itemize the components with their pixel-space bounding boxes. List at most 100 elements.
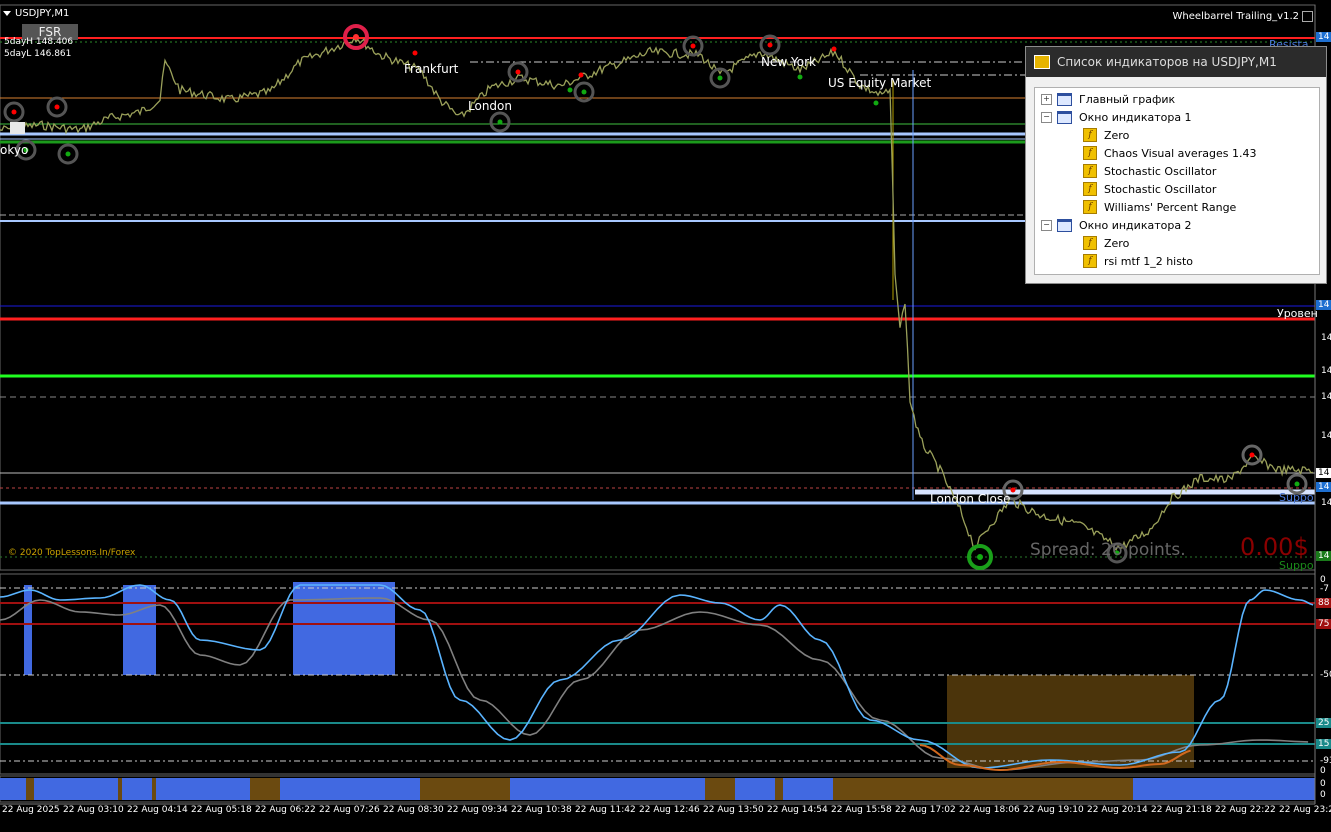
time-axis-label: 22 Aug 19:10: [1023, 805, 1084, 815]
chart-window-icon: [1057, 110, 1072, 124]
expand-toggle-icon[interactable]: −: [1041, 111, 1052, 123]
chart-window-icon: [1057, 92, 1072, 106]
indicator-function-icon: f: [1083, 128, 1097, 142]
rsi-histo-bar-brown: [833, 778, 1133, 800]
time-axis-label: 22 Aug 20:14: [1087, 805, 1148, 815]
time-axis-label: 22 Aug 07:26: [319, 805, 380, 815]
expand-toggle-icon[interactable]: +: [1041, 93, 1052, 105]
time-axis-label: 22 Aug 14:54: [767, 805, 828, 815]
level-label: Уровен: [1277, 307, 1318, 320]
price-tag: 14: [1316, 300, 1331, 310]
rsi-histo-bar-brown: [152, 778, 156, 800]
expand-toggle-icon[interactable]: −: [1041, 219, 1052, 231]
indicator-function-icon: f: [1083, 254, 1097, 268]
sub-axis-label: 0: [1320, 766, 1326, 776]
rsi-histo-bar-blue: [1133, 778, 1315, 800]
tree-item-window[interactable]: − Окно индикатора 2: [1041, 216, 1192, 234]
tree-item-label: Zero: [1104, 236, 1130, 250]
rsi-histo-bar-brown: [420, 778, 510, 800]
tree-item-indicator[interactable]: f Zero: [1083, 234, 1129, 252]
tree-item-indicator[interactable]: f Chaos Visual averages 1.43: [1083, 144, 1256, 162]
tree-item-indicator[interactable]: f rsi mtf 1_2 histo: [1083, 252, 1193, 270]
indicator-tree[interactable]: + Главный график − Окно индикатора 1 f Zero f C…: [1034, 87, 1320, 275]
copyright-text: © 2020 TopLessons.In/Forex: [8, 548, 136, 558]
rsi-histo-bar-brown: [250, 778, 280, 800]
tree-item-label: Главный график: [1079, 92, 1176, 106]
sub-axis-label: -93: [1320, 756, 1331, 766]
indicator-list-window[interactable]: Список индикаторов на USDJPY,M1 + Главный…: [1025, 46, 1327, 284]
histogram-bar-blue: [123, 585, 156, 675]
session-london: London: [468, 99, 512, 113]
tree-item-indicator[interactable]: f Zero: [1083, 126, 1129, 144]
rsi-histo-bar-blue: [156, 778, 250, 800]
rsi-histo-bar-brown: [26, 778, 34, 800]
session-new-york: New York: [761, 55, 816, 69]
time-axis-label: 22 Aug 08:30: [383, 805, 444, 815]
time-axis-label: 22 Aug 15:58: [831, 805, 892, 815]
chevron-down-icon[interactable]: [3, 11, 11, 16]
support-label: Suppo: [1279, 491, 1314, 504]
time-axis-label: 22 Aug 12:46: [639, 805, 700, 815]
rsi-histogram: [0, 778, 1315, 800]
price-tag: 14: [1321, 498, 1331, 508]
price-tag: 14: [1321, 431, 1331, 441]
price-tag: 14: [1316, 32, 1331, 42]
time-axis-label: 22 Aug 05:18: [191, 805, 252, 815]
time-axis-label: 22 Aug 10:38: [511, 805, 572, 815]
time-axis-label: 22 Aug 18:06: [959, 805, 1020, 815]
rsi-histo-bar-blue: [0, 778, 26, 800]
five-day-low: 5dayL 146.861: [4, 49, 72, 59]
sub-axis-label: -7: [1320, 584, 1329, 594]
indicator-list-title: Список индикаторов на USDJPY,M1: [1057, 55, 1277, 69]
tree-item-indicator[interactable]: f Williams' Percent Range: [1083, 198, 1236, 216]
indicator-function-icon: f: [1083, 164, 1097, 178]
ea-status-icon[interactable]: [1302, 11, 1313, 22]
time-axis-label: 22 Aug 23:26: [1279, 805, 1331, 815]
rsi-histo-bar-blue: [783, 778, 833, 800]
histogram-bar-blue: [24, 585, 32, 675]
tree-item-label: Chaos Visual averages 1.43: [1104, 146, 1257, 160]
session-us-equity: US Equity Market: [828, 76, 932, 90]
histogram-bar-blue: [293, 582, 395, 675]
tree-item-label: rsi mtf 1_2 histo: [1104, 254, 1193, 268]
rsi-histo-bar-blue: [122, 778, 152, 800]
rsi-histo-bar-brown: [118, 778, 122, 800]
tree-item-label: Stochastic Oscillator: [1104, 182, 1217, 196]
time-axis-label: 22 Aug 03:10: [63, 805, 124, 815]
rsi-histo-bar-brown: [775, 778, 783, 800]
sub-axis-label: 0: [1320, 779, 1326, 789]
tree-item-indicator[interactable]: f Stochastic Oscillator: [1083, 180, 1216, 198]
indicator-function-icon: f: [1083, 182, 1097, 196]
chart-window-icon: [1057, 218, 1072, 232]
symbol-title[interactable]: USDJPY,M1: [3, 8, 69, 19]
session-london-close: London Close: [930, 492, 1011, 506]
five-day-high: 5dayH 148.406: [4, 37, 74, 47]
time-axis-label: 22 Aug 13:50: [703, 805, 764, 815]
sub-axis-label: 88: [1316, 598, 1331, 608]
tree-item-label: Окно индикатора 2: [1079, 218, 1192, 232]
price-tag: 14: [1321, 392, 1331, 402]
indicator-function-icon: f: [1083, 146, 1097, 160]
time-axis-label: 22 Aug 06:22: [255, 805, 316, 815]
indicators-icon: [1034, 55, 1050, 69]
indicator-list-titlebar[interactable]: Список индикаторов на USDJPY,M1: [1026, 47, 1326, 77]
sub-axis-label: -50: [1320, 670, 1331, 680]
spread-readout: Spread: 26 points.: [1030, 540, 1186, 560]
tree-item-window[interactable]: + Главный график: [1041, 90, 1175, 108]
tree-item-indicator[interactable]: f Stochastic Oscillator: [1083, 162, 1216, 180]
tree-item-label: Stochastic Oscillator: [1104, 164, 1217, 178]
sub-axis-label: 75: [1316, 619, 1331, 629]
indicator-function-icon: f: [1083, 236, 1097, 250]
time-axis-label: 22 Aug 21:18: [1151, 805, 1212, 815]
tree-item-window[interactable]: − Окно индикатора 1: [1041, 108, 1192, 126]
session-tokyo: okyo: [0, 143, 29, 157]
session-frankfurt: Frankfurt: [404, 62, 459, 76]
indicator-function-icon: f: [1083, 200, 1097, 214]
price-tag: 14: [1321, 333, 1331, 343]
rsi-histo-bar-blue: [34, 778, 118, 800]
sub-axis-label: 0: [1320, 790, 1326, 800]
rsi-histo-bar-blue: [735, 778, 775, 800]
time-axis-label: 22 Aug 17:02: [895, 805, 956, 815]
price-tag: 14: [1316, 482, 1331, 492]
time-axis-label: 22 Aug 2025: [2, 805, 60, 815]
